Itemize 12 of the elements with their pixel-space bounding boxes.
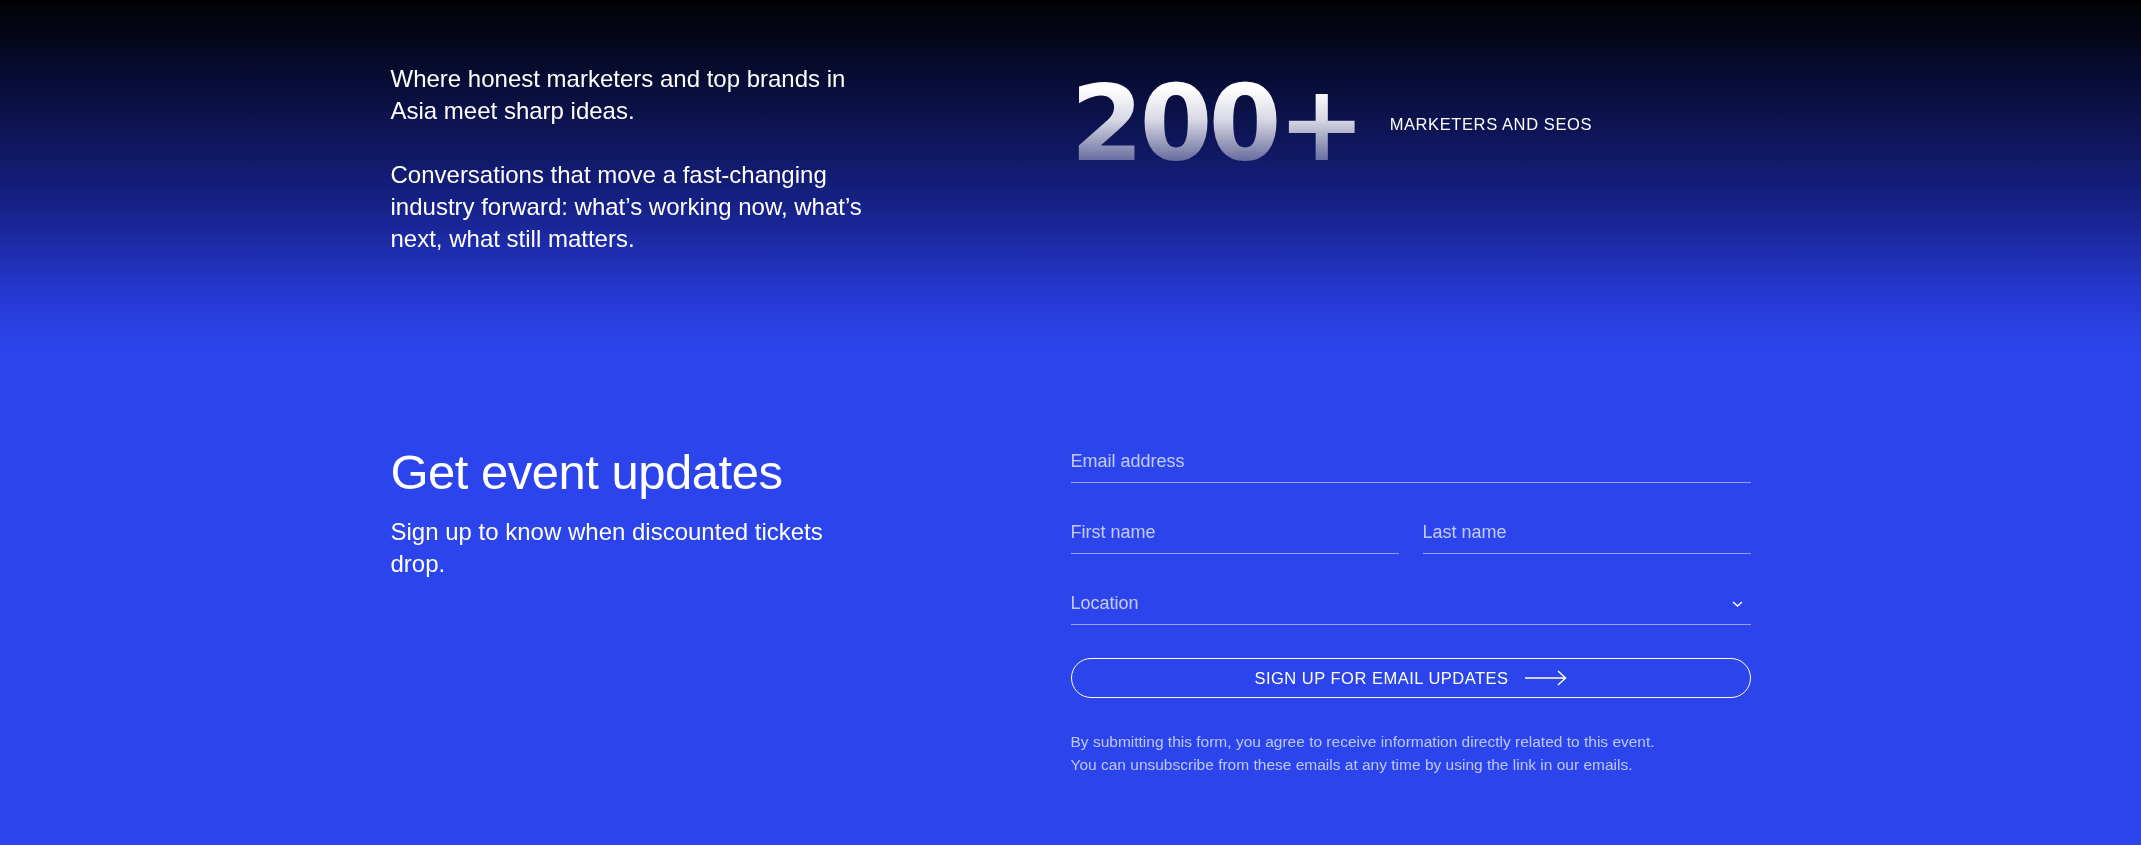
select-field[interactable]: Location	[1070, 577, 1751, 625]
input-field[interactable]: First name	[1070, 506, 1399, 554]
input-field[interactable]: Last name	[1422, 506, 1751, 554]
intro-text: Where honest marketers and top brands in Asia meet sharp ideas.	[390, 64, 847, 126]
intro-text: Conversations that move a fast-changing industry forward: what’s working now, what’s next, what still matters.	[390, 160, 863, 254]
input-field[interactable]: Email address	[1070, 435, 1751, 483]
section-subtitle: Sign up to know when discounted tickets drop.	[390, 517, 824, 579]
disclaimer-text: By submitting this form, you agree to receive information directly related to this event. You can unsubscribe from these emails at any time by using the link in our emails.	[1070, 732, 1656, 775]
chevron-down-icon	[1731, 600, 1743, 607]
section-heading: Get event updates	[390, 444, 784, 501]
stat-label: MARKETERS AND SEOS	[1389, 114, 1593, 134]
arrow-right-icon	[1524, 670, 1567, 686]
